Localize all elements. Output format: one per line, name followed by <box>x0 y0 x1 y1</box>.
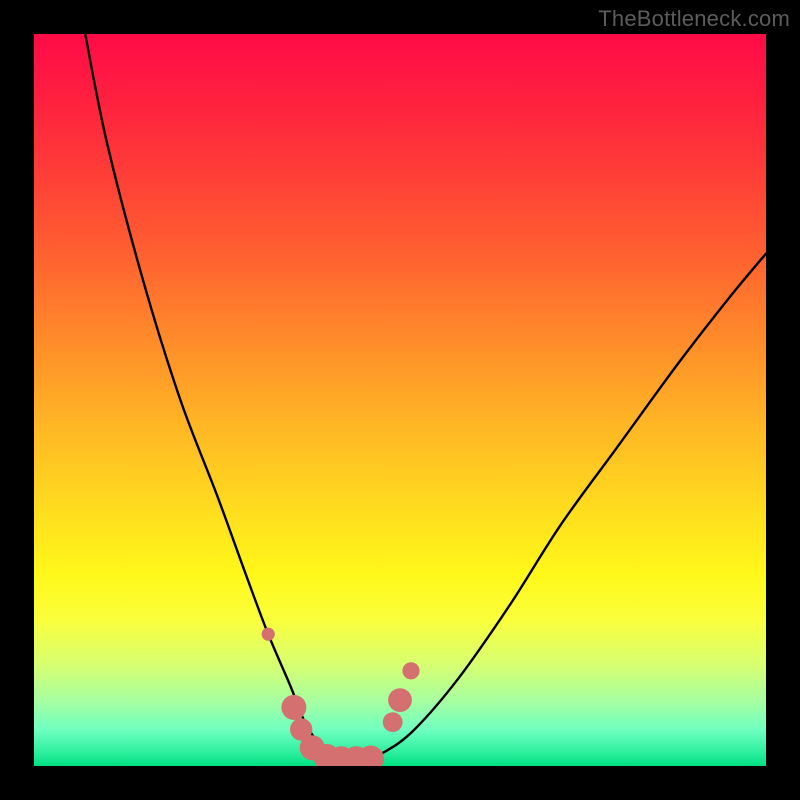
chart-container: TheBottleneck.com <box>0 0 800 800</box>
watermark-text: TheBottleneck.com <box>598 6 790 32</box>
curve-svg <box>34 34 766 766</box>
curve-marker <box>388 688 412 712</box>
curve-marker <box>281 695 306 720</box>
plot-area <box>34 34 766 766</box>
curve-marker <box>383 712 403 732</box>
curve-marker <box>262 628 275 641</box>
curve-marker <box>402 662 419 679</box>
bottleneck-curve <box>85 34 766 759</box>
